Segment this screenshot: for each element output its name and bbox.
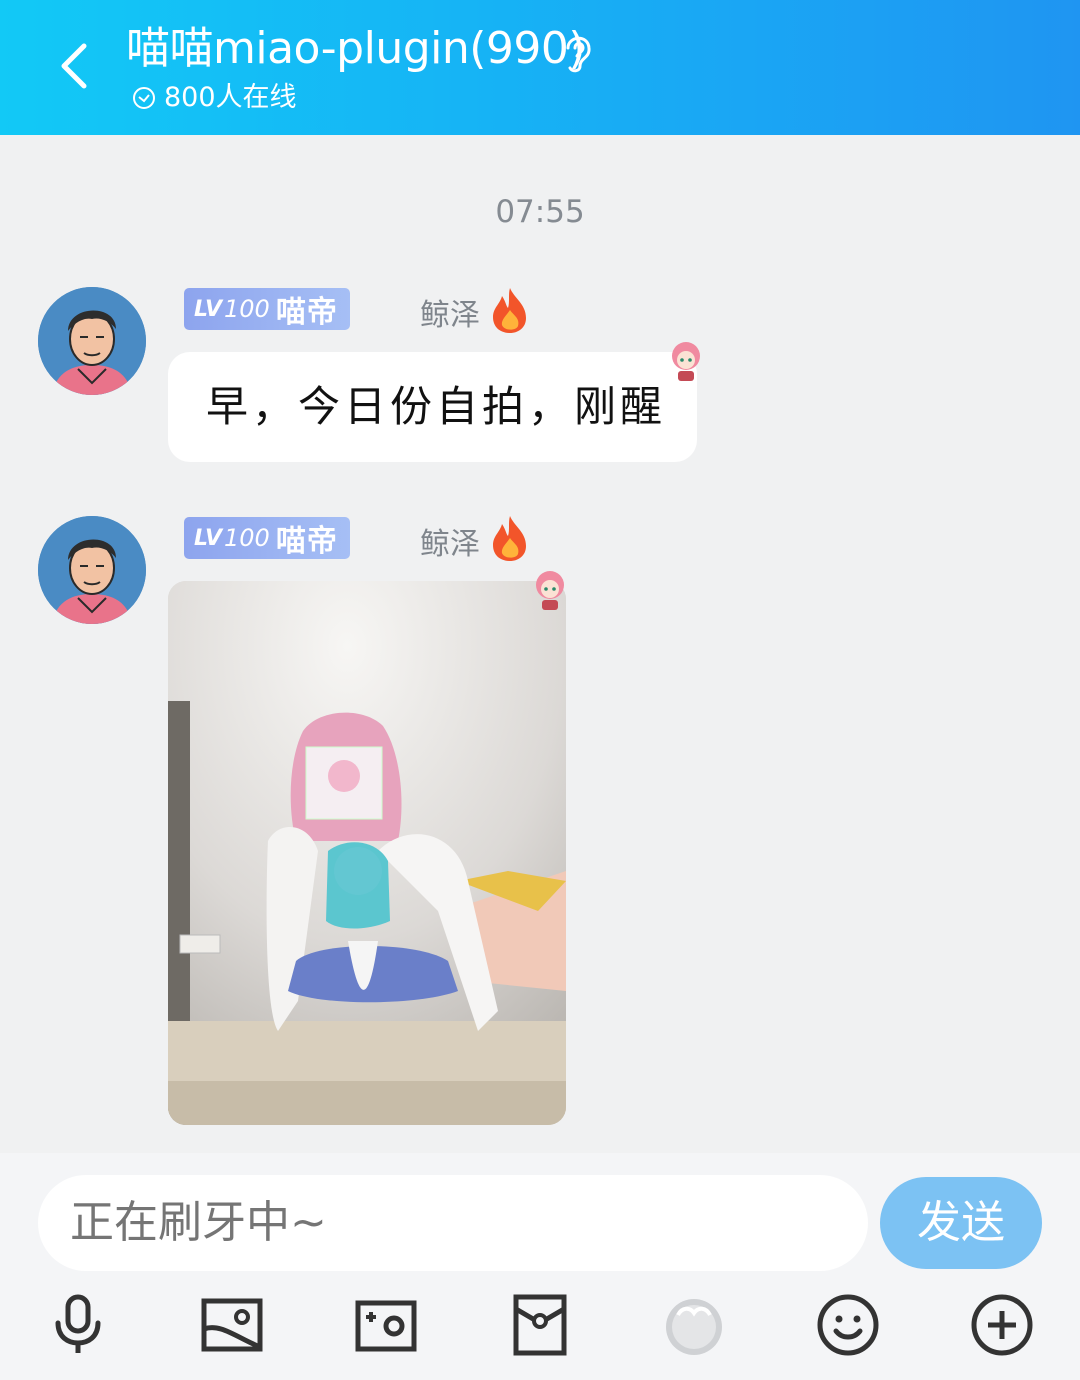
badge-title: 喵帝 — [275, 295, 338, 330]
badge-title: 喵帝 — [275, 524, 338, 559]
message-input[interactable] — [38, 1175, 868, 1271]
send-button[interactable]: 发送 — [880, 1177, 1042, 1269]
composer-bar: 发送 — [0, 1153, 1080, 1380]
level-badge: LV 100 喵帝 — [184, 288, 350, 330]
camera-icon[interactable] — [354, 1293, 418, 1357]
badge-lv: LV — [194, 525, 223, 551]
emoji-icon[interactable] — [816, 1293, 880, 1357]
online-status[interactable]: 800人在线 — [132, 80, 297, 116]
avatar[interactable] — [38, 516, 146, 624]
sender-nickname[interactable]: 鲸泽 — [420, 290, 480, 334]
badge-level-number: 100 — [224, 295, 270, 323]
plus-icon[interactable] — [970, 1293, 1034, 1357]
pokemon-icon[interactable] — [662, 1293, 726, 1357]
level-badge: LV 100 喵帝 — [184, 517, 350, 559]
bubble-sticker-icon — [530, 567, 570, 611]
fire-icon — [488, 286, 532, 334]
group-title[interactable]: 喵喵miao-plugin(990) — [126, 20, 586, 78]
chat-header: 喵喵miao-plugin(990) 800人在线 — [0, 0, 1080, 135]
fire-icon — [488, 514, 532, 562]
ear-icon[interactable] — [558, 30, 598, 74]
online-count: 800人在线 — [164, 82, 297, 113]
badge-level-number: 100 — [224, 524, 270, 552]
message-photo[interactable] — [168, 581, 566, 1125]
back-icon[interactable] — [52, 34, 100, 98]
avatar[interactable] — [38, 287, 146, 395]
message-bubble[interactable]: 早，今日份自拍，刚醒 — [168, 352, 697, 462]
voice-icon[interactable] — [46, 1293, 110, 1357]
badge-lv: LV — [194, 296, 223, 322]
check-circle-icon — [133, 87, 155, 109]
sender-nickname[interactable]: 鲸泽 — [420, 519, 480, 563]
bubble-sticker-icon — [666, 338, 706, 382]
image-icon[interactable] — [200, 1293, 264, 1357]
message-timestamp: 07:55 — [495, 194, 585, 230]
red-packet-icon[interactable] — [508, 1293, 572, 1357]
